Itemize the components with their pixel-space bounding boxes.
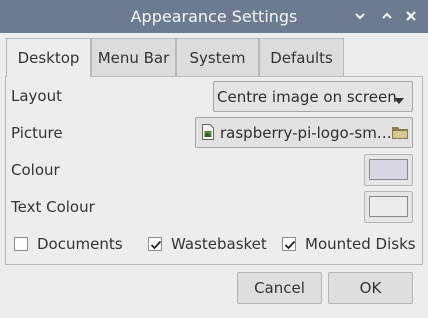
close-icon[interactable] [403,8,419,24]
wastebasket-checkbox[interactable] [148,237,162,251]
tab-defaults[interactable]: Defaults [259,38,344,76]
folder-icon [391,125,409,140]
tab-menu-bar[interactable]: Menu Bar [91,38,176,76]
wastebasket-label: Wastebasket [171,235,267,253]
picture-label: Picture [11,124,63,142]
tab-desktop[interactable]: Desktop [6,38,91,77]
layout-label: Layout [11,87,62,105]
picture-filename: raspberry-pi-logo-sm… [220,124,392,142]
mounted-disks-checkbox[interactable] [282,237,296,251]
maximize-icon[interactable] [379,8,395,24]
colour-swatch [369,159,408,180]
text-colour-label: Text Colour [11,198,95,216]
dropdown-arrow-icon [393,92,405,104]
image-file-icon [202,124,214,140]
text-colour-swatch [369,196,408,217]
colour-label: Colour [11,161,60,179]
tab-system[interactable]: System [176,38,259,76]
ok-button[interactable]: OK [328,272,413,304]
cancel-button[interactable]: Cancel [237,272,322,304]
documents-checkbox[interactable] [14,237,28,251]
checkmark-icon [150,240,162,250]
documents-label: Documents [37,235,123,253]
layout-value: Centre image on screen [217,88,397,106]
mounted-disks-label: Mounted Disks [305,235,416,253]
minimize-icon[interactable] [352,8,368,24]
checkmark-icon [284,240,296,250]
